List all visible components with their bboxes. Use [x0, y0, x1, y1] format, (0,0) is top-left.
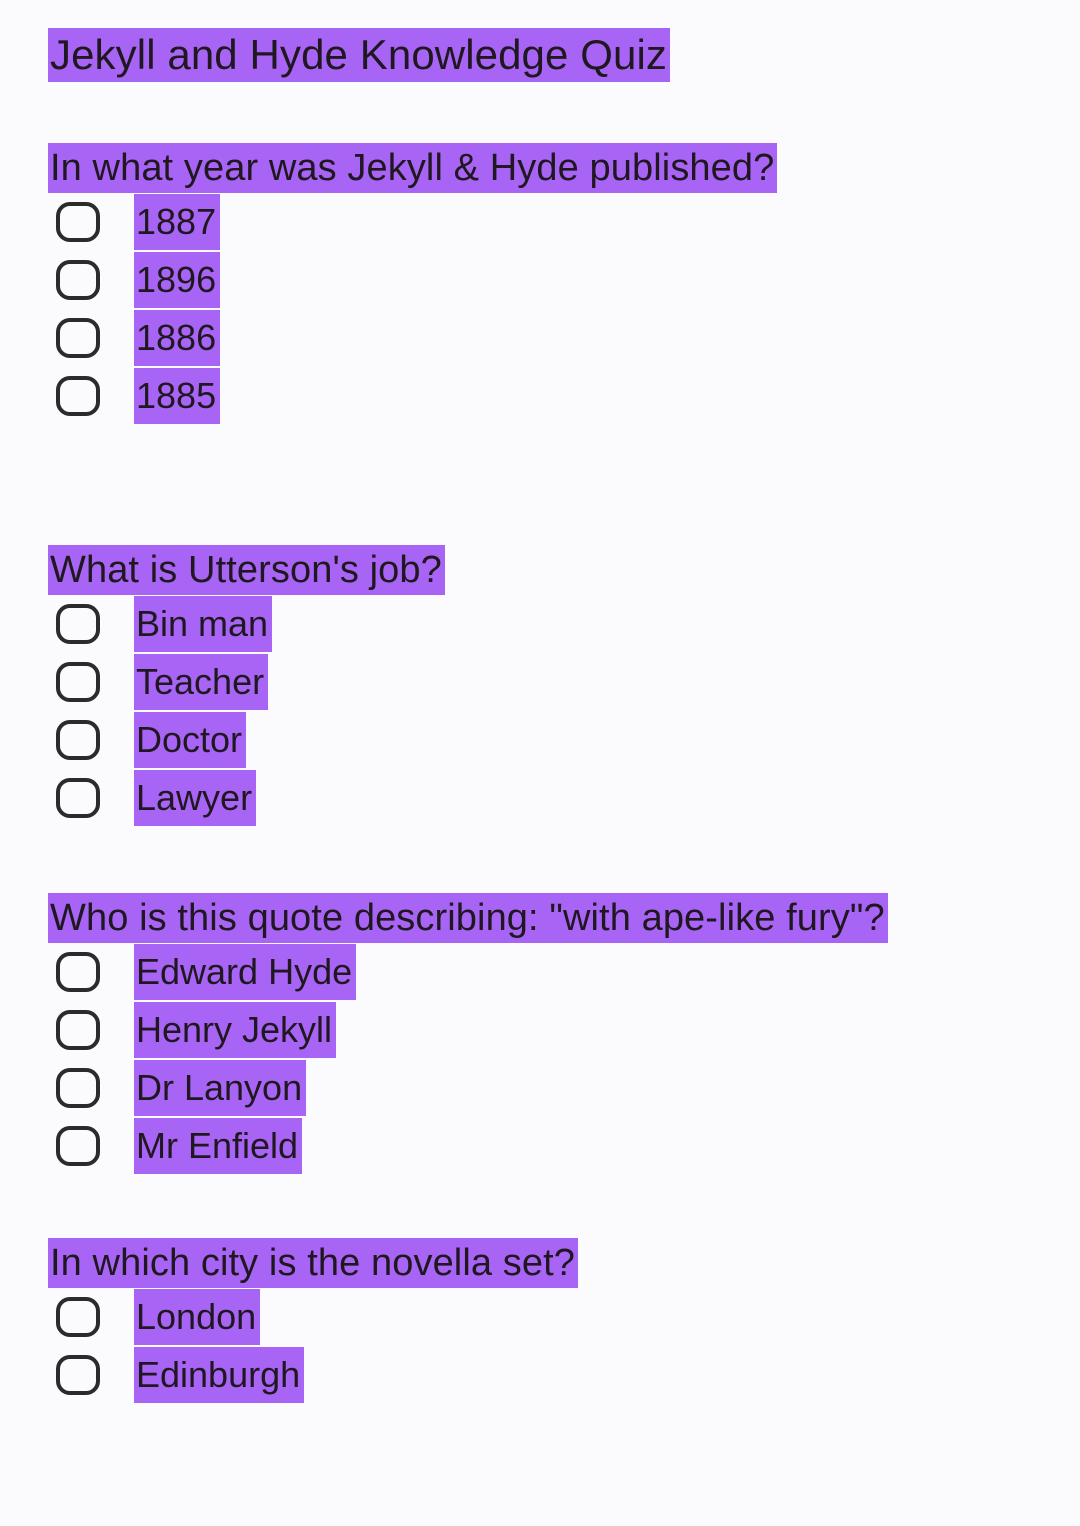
option-row[interactable]: Edinburgh [48, 1346, 578, 1404]
option-label[interactable]: Henry Jekyll [134, 1002, 337, 1058]
option-label[interactable]: Edward Hyde [134, 944, 357, 1000]
radio-button-icon[interactable] [56, 778, 100, 818]
radio-button-icon[interactable] [56, 1010, 100, 1050]
option-row[interactable]: London [48, 1288, 578, 1346]
option-label[interactable]: Edinburgh [134, 1347, 305, 1403]
option-label[interactable]: Lawyer [134, 770, 257, 826]
options-list-1: 1887 1896 1886 1885 [48, 193, 777, 425]
option-label[interactable]: Doctor [134, 712, 247, 768]
radio-button-icon[interactable] [56, 376, 100, 416]
option-label[interactable]: 1887 [134, 194, 221, 250]
radio-button-icon[interactable] [56, 720, 100, 760]
option-row[interactable]: 1885 [48, 367, 777, 425]
option-label[interactable]: Dr Lanyon [134, 1060, 307, 1116]
question-block-1: In what year was Jekyll & Hyde published… [48, 143, 778, 425]
option-row[interactable]: Bin man [48, 595, 445, 653]
radio-button-icon[interactable] [56, 604, 100, 644]
options-list-2: Bin man Teacher Doctor Lawyer [48, 595, 445, 827]
option-row[interactable]: Dr Lanyon [48, 1059, 888, 1117]
option-row[interactable]: 1896 [48, 251, 777, 309]
page-title: Jekyll and Hyde Knowledge Quiz [48, 28, 671, 82]
option-label[interactable]: Mr Enfield [134, 1118, 303, 1174]
radio-button-icon[interactable] [56, 202, 100, 242]
question-text-1: In what year was Jekyll & Hyde published… [48, 143, 778, 193]
question-text-3: Who is this quote describing: "with ape-… [48, 893, 888, 943]
option-label[interactable]: Teacher [134, 654, 269, 710]
question-text-2: What is Utterson's job? [48, 545, 445, 595]
option-label[interactable]: 1885 [134, 368, 221, 424]
option-row[interactable]: Henry Jekyll [48, 1001, 888, 1059]
radio-button-icon[interactable] [56, 952, 100, 992]
option-label[interactable]: Bin man [134, 596, 273, 652]
options-list-4: London Edinburgh [48, 1288, 578, 1404]
option-row[interactable]: Edward Hyde [48, 943, 888, 1001]
question-block-3: Who is this quote describing: "with ape-… [48, 893, 888, 1175]
option-row[interactable]: 1886 [48, 309, 777, 367]
question-text-4: In which city is the novella set? [48, 1238, 579, 1288]
radio-button-icon[interactable] [56, 1297, 100, 1337]
radio-button-icon[interactable] [56, 260, 100, 300]
option-row[interactable]: Doctor [48, 711, 445, 769]
option-row[interactable]: Teacher [48, 653, 445, 711]
radio-button-icon[interactable] [56, 318, 100, 358]
question-block-2: What is Utterson's job? Bin man Teacher … [48, 545, 445, 827]
radio-button-icon[interactable] [56, 1355, 100, 1395]
radio-button-icon[interactable] [56, 1126, 100, 1166]
option-label[interactable]: 1886 [134, 310, 221, 366]
options-list-3: Edward Hyde Henry Jekyll Dr Lanyon Mr En… [48, 943, 888, 1175]
option-row[interactable]: Mr Enfield [48, 1117, 888, 1175]
option-label[interactable]: 1896 [134, 252, 221, 308]
option-row[interactable]: Lawyer [48, 769, 445, 827]
quiz-page: Jekyll and Hyde Knowledge Quiz In what y… [0, 0, 1080, 1526]
option-row[interactable]: 1887 [48, 193, 777, 251]
question-block-4: In which city is the novella set? London… [48, 1238, 579, 1404]
radio-button-icon[interactable] [56, 662, 100, 702]
radio-button-icon[interactable] [56, 1068, 100, 1108]
option-label[interactable]: London [134, 1289, 261, 1345]
